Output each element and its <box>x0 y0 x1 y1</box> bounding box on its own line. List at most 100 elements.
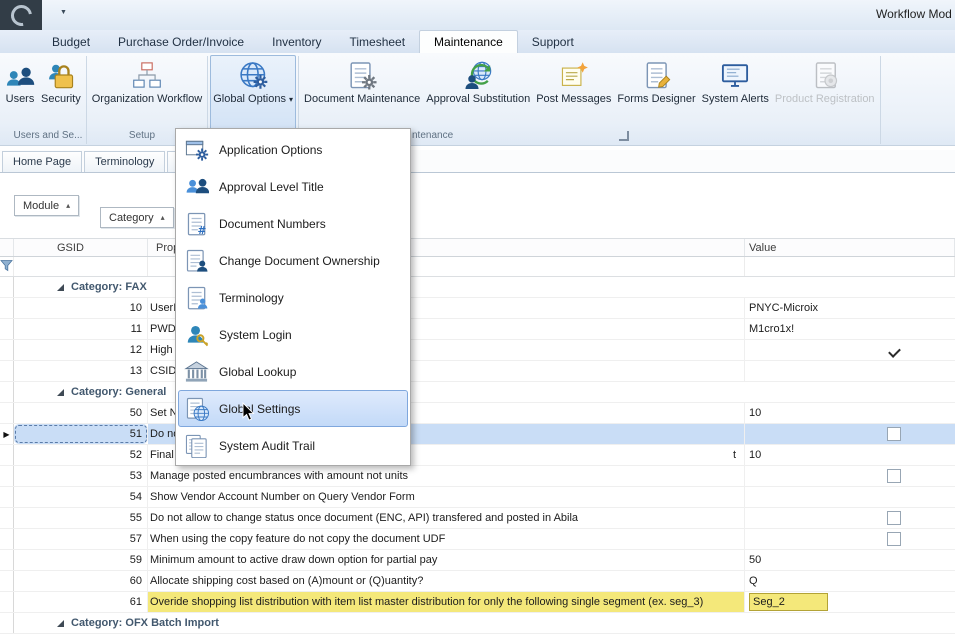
group-dialog-launcher-icon[interactable] <box>619 131 629 141</box>
row-indicator-cell <box>0 277 14 297</box>
ribbon-button-global-options[interactable]: Global Options ▾ <box>210 55 296 131</box>
ribbon-tab-purchase-order-invoice[interactable]: Purchase Order/Invoice <box>104 31 258 53</box>
column-header-gsid[interactable]: GSID <box>14 239 148 256</box>
checkbox-unchecked[interactable] <box>887 511 901 525</box>
ribbon-tab-support[interactable]: Support <box>518 31 588 53</box>
group-by-category[interactable]: Category▴ <box>100 207 174 228</box>
menu-item-system-login[interactable]: System Login <box>178 316 408 353</box>
document-tab-bar: Home PageTerminologyGlob <box>0 150 955 173</box>
ribbon-button-approval-substitution[interactable]: Approval Substitution <box>423 55 533 131</box>
ribbon-tab-maintenance[interactable]: Maintenance <box>419 30 518 53</box>
titlebar: ▼ Workflow Mod <box>0 0 955 31</box>
quick-access-dropdown-icon[interactable]: ▼ <box>60 9 67 16</box>
checkbox-checked[interactable] <box>889 346 900 355</box>
filter-value-cell[interactable] <box>745 257 955 276</box>
menu-item-label: Document Numbers <box>219 217 326 231</box>
ribbon-button-label: Security <box>41 93 81 106</box>
column-header-value[interactable]: Value <box>745 239 955 256</box>
checkbox-unchecked[interactable] <box>887 469 901 483</box>
post-note-icon <box>559 60 589 90</box>
ribbon-tab-inventory[interactable]: Inventory <box>258 31 335 53</box>
grid-filter-row[interactable] <box>0 257 955 277</box>
menu-item-global-settings[interactable]: Global Settings <box>178 390 408 427</box>
value-cell[interactable]: M1cro1x! <box>745 319 955 339</box>
menu-item-label: Global Settings <box>219 402 300 416</box>
menu-item-change-document-ownership[interactable]: Change Document Ownership <box>178 242 408 279</box>
filter-icon-cell[interactable] <box>0 257 14 276</box>
value-cell[interactable] <box>745 487 955 507</box>
value-cell[interactable]: PNYC-Microix <box>745 298 955 318</box>
ribbon-button-users[interactable]: Users <box>2 55 38 131</box>
value-cell[interactable]: 10 <box>745 445 955 465</box>
grid-row-13[interactable]: 13CSID <box>0 361 955 382</box>
category-group-row[interactable]: Category: FAX <box>0 277 955 298</box>
ribbon-button-forms-designer[interactable]: Forms Designer <box>614 55 698 131</box>
value-cell[interactable]: 50 <box>745 550 955 570</box>
value-cell[interactable] <box>745 361 955 381</box>
value-cell[interactable] <box>745 529 955 549</box>
mouse-cursor <box>242 402 256 422</box>
approval-refresh-icon <box>463 60 493 90</box>
grid-row-50[interactable]: 50Set N10 <box>0 403 955 424</box>
grid-row-53[interactable]: 53Manage posted encumbrances with amount… <box>0 466 955 487</box>
value-cell[interactable] <box>745 508 955 528</box>
ribbon-tab-bar: BudgetPurchase Order/InvoiceInventoryTim… <box>0 30 955 53</box>
menu-item-system-audit-trail[interactable]: System Audit Trail <box>178 427 408 464</box>
value-cell[interactable] <box>745 424 955 444</box>
category-group-row[interactable]: Category: OFX Batch Import <box>0 613 955 634</box>
menu-item-document-numbers[interactable]: #Document Numbers <box>178 205 408 242</box>
ribbon-button-system-alerts[interactable]: System Alerts <box>699 55 772 131</box>
ribbon-group-label: ntenance <box>412 130 453 141</box>
group-label: Category: General <box>71 386 166 398</box>
grid-row-10[interactable]: 10UserIPNYC-Microix <box>0 298 955 319</box>
collapse-triangle-icon[interactable] <box>57 389 64 396</box>
group-by-module[interactable]: Module▴ <box>14 195 79 216</box>
row-indicator-cell <box>0 550 14 570</box>
doc-person-icon <box>184 248 209 273</box>
property-cell: Minimum amount to active draw down optio… <box>148 550 745 570</box>
value-cell[interactable] <box>745 466 955 486</box>
value-cell[interactable]: Seg_2 <box>745 592 955 612</box>
grid-row-12[interactable]: 12High <box>0 340 955 361</box>
grid-row-59[interactable]: 59Minimum amount to active draw down opt… <box>0 550 955 571</box>
value-cell[interactable] <box>745 340 955 360</box>
menu-item-application-options[interactable]: Application Options <box>178 131 408 168</box>
value-cell[interactable]: Q <box>745 571 955 591</box>
doc-tab-home-page[interactable]: Home Page <box>2 151 82 172</box>
row-indicator-cell <box>0 508 14 528</box>
menu-item-label: Global Lookup <box>219 365 296 379</box>
checkbox-unchecked[interactable] <box>887 427 901 441</box>
property-cell: Manage posted encumbrances with amount n… <box>148 466 745 486</box>
ribbon-button-organization-workflow[interactable]: Organization Workflow <box>89 55 205 131</box>
grid-row-57[interactable]: 57When using the copy feature do not cop… <box>0 529 955 550</box>
gsid-cell: 54 <box>14 487 148 507</box>
gsid-cell: 51 <box>14 424 148 444</box>
filter-gsid-cell[interactable] <box>14 257 148 276</box>
grid-row-60[interactable]: 60Allocate shipping cost based on (A)mou… <box>0 571 955 592</box>
grid-row-61[interactable]: 61Overide shopping list distribution wit… <box>0 592 955 613</box>
menu-item-global-lookup[interactable]: Global Lookup <box>178 353 408 390</box>
menu-item-approval-level-title[interactable]: Approval Level Title <box>178 168 408 205</box>
grid-rows: Category: FAX10UserIPNYC-Microix11PWDM1c… <box>0 277 955 634</box>
ribbon-button-security[interactable]: Security <box>38 55 84 131</box>
ribbon-button-post-messages[interactable]: Post Messages <box>533 55 614 131</box>
window-title: Workflow Mod <box>876 7 952 21</box>
value-text: PNYC-Microix <box>749 302 818 314</box>
value-cell[interactable]: 10 <box>745 403 955 423</box>
grid-row-51[interactable]: ▶51Do no <box>0 424 955 445</box>
ribbon-tab-budget[interactable]: Budget <box>38 31 104 53</box>
ribbon-tab-timesheet[interactable]: Timesheet <box>335 31 419 53</box>
category-group-row[interactable]: Category: General <box>0 382 955 403</box>
grid-row-11[interactable]: 11PWDM1cro1x! <box>0 319 955 340</box>
grid-row-55[interactable]: 55Do not allow to change status once doc… <box>0 508 955 529</box>
grid-row-52[interactable]: 52Finalt10 <box>0 445 955 466</box>
row-indicator-cell <box>0 592 14 612</box>
grid-row-54[interactable]: 54Show Vendor Account Number on Query Ve… <box>0 487 955 508</box>
ribbon-button-document-maintenance[interactable]: Document Maintenance <box>301 55 423 131</box>
collapse-triangle-icon[interactable] <box>57 620 64 627</box>
doc-tab-terminology[interactable]: Terminology <box>84 151 165 172</box>
collapse-triangle-icon[interactable] <box>57 284 64 291</box>
value-text[interactable]: Seg_2 <box>749 593 828 611</box>
checkbox-unchecked[interactable] <box>887 532 901 546</box>
menu-item-terminology[interactable]: Terminology <box>178 279 408 316</box>
